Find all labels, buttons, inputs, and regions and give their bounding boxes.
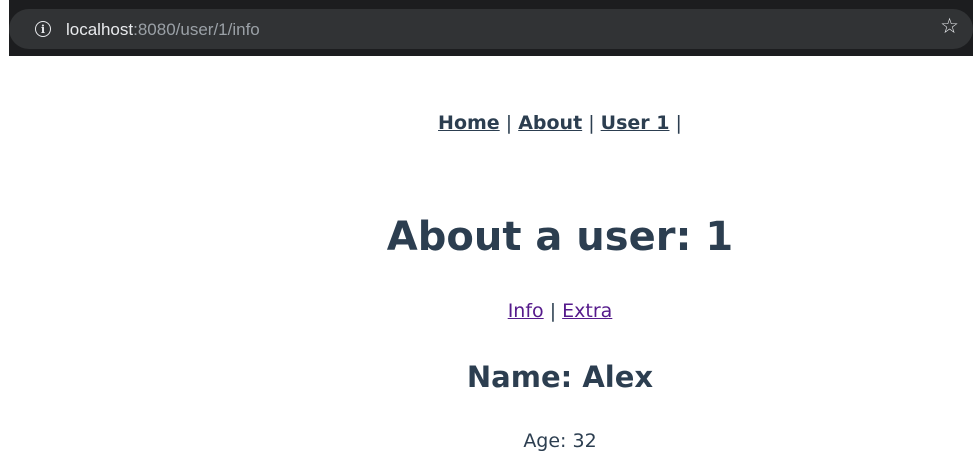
nav-separator: | <box>505 112 513 134</box>
nav-separator: | <box>675 112 682 134</box>
browser-toolbar: i localhost:8080/user/1/info ☆ <box>9 0 973 56</box>
info-icon[interactable]: i <box>35 21 51 37</box>
main-nav: Home | About | User 1 | <box>0 111 973 135</box>
nav-separator: | <box>588 112 595 134</box>
nav-link-user-1[interactable]: User 1 <box>601 112 670 134</box>
page-title: About a user: 1 <box>386 214 734 260</box>
url-text[interactable]: localhost:8080/user/1/info <box>66 21 260 38</box>
nav-link-home[interactable]: Home <box>438 112 500 134</box>
user-subnav: Info | Extra <box>0 299 973 323</box>
address-bar[interactable]: i localhost:8080/user/1/info ☆ <box>9 9 973 49</box>
user-age: Age: 32 <box>523 430 597 452</box>
nav-link-about[interactable]: About <box>518 112 582 134</box>
subnav-link-info[interactable]: Info <box>508 300 544 322</box>
subnav-separator: | <box>549 300 557 322</box>
url-path: :8080/user/1/info <box>133 19 260 39</box>
user-name: Name: Alex <box>466 360 654 394</box>
url-host: localhost <box>66 19 134 39</box>
subnav-link-extra[interactable]: Extra <box>562 300 612 322</box>
star-icon[interactable]: ☆ <box>940 16 959 37</box>
